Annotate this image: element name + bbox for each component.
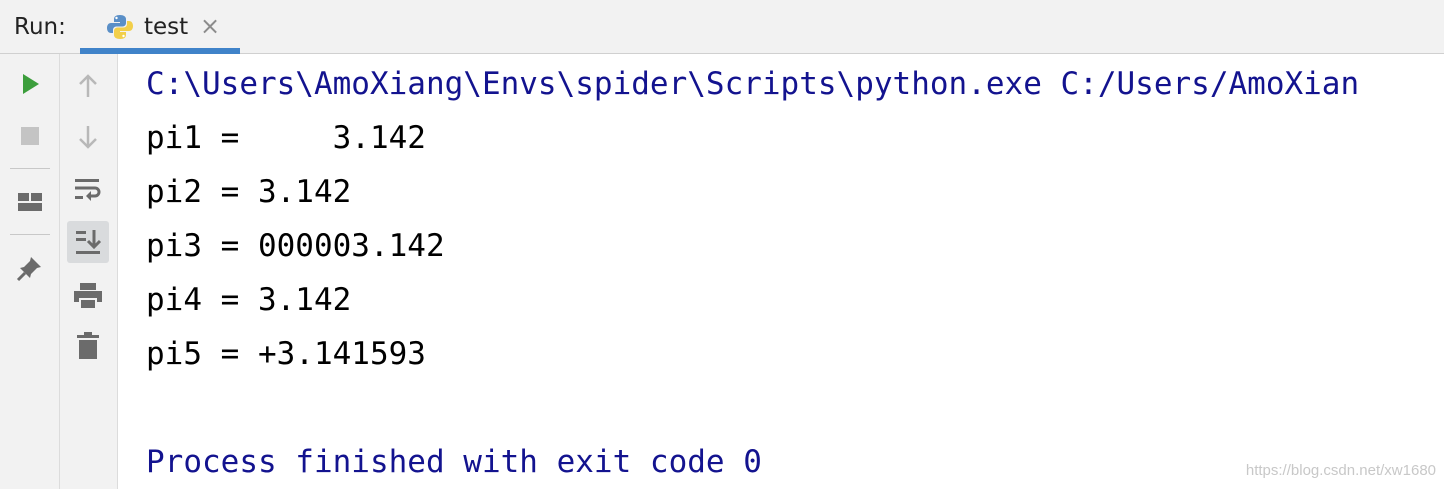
python-icon	[107, 15, 133, 39]
close-icon[interactable]: ×	[200, 12, 220, 40]
console-output-line: pi3 = 000003.142	[146, 228, 445, 264]
console-output-line: pi4 = 3.142	[146, 282, 352, 318]
tab-label: test	[144, 14, 189, 40]
console-output-line: pi1 = 3.142	[146, 120, 426, 156]
process-exit-message: Process finished with exit code 0	[146, 444, 762, 480]
stop-icon	[21, 127, 39, 145]
console-output-line: pi5 = +3.141593	[146, 336, 426, 372]
rerun-button[interactable]	[10, 64, 50, 104]
scroll-to-end-button[interactable]	[67, 221, 109, 263]
pin-icon	[16, 257, 41, 282]
arrow-down-icon	[79, 126, 97, 149]
next-occurrence-button[interactable]	[68, 117, 108, 157]
watermark: https://blog.csdn.net/xw1680	[1245, 462, 1436, 479]
toolbar-divider	[10, 234, 50, 235]
arrow-up-icon	[79, 74, 97, 97]
stop-button[interactable]	[10, 116, 50, 156]
trash-icon	[77, 332, 99, 359]
console-command-line: C:\Users\AmoXiang\Envs\spider\Scripts\py…	[146, 66, 1360, 102]
tab-test[interactable]: test ×	[80, 0, 240, 54]
run-toolbar-primary	[0, 54, 60, 489]
run-label: Run:	[14, 14, 66, 40]
run-toolwindow-header: Run: test ×	[0, 0, 1444, 54]
scroll-to-end-icon	[76, 230, 102, 254]
toolbar-divider	[10, 168, 50, 169]
console-output[interactable]: C:\Users\AmoXiang\Envs\spider\Scripts\py…	[118, 54, 1444, 489]
soft-wrap-icon	[75, 179, 101, 201]
soft-wrap-button[interactable]	[68, 170, 108, 210]
print-icon	[74, 283, 102, 310]
layout-icon	[18, 193, 42, 211]
restore-layout-button[interactable]	[10, 182, 50, 222]
pin-tab-button[interactable]	[10, 248, 50, 288]
previous-occurrence-button[interactable]	[68, 66, 108, 106]
print-button[interactable]	[68, 276, 108, 316]
run-icon	[23, 74, 39, 94]
clear-all-button[interactable]	[68, 326, 108, 366]
run-toolbar-secondary	[60, 54, 118, 489]
console-output-line: pi2 = 3.142	[146, 174, 352, 210]
